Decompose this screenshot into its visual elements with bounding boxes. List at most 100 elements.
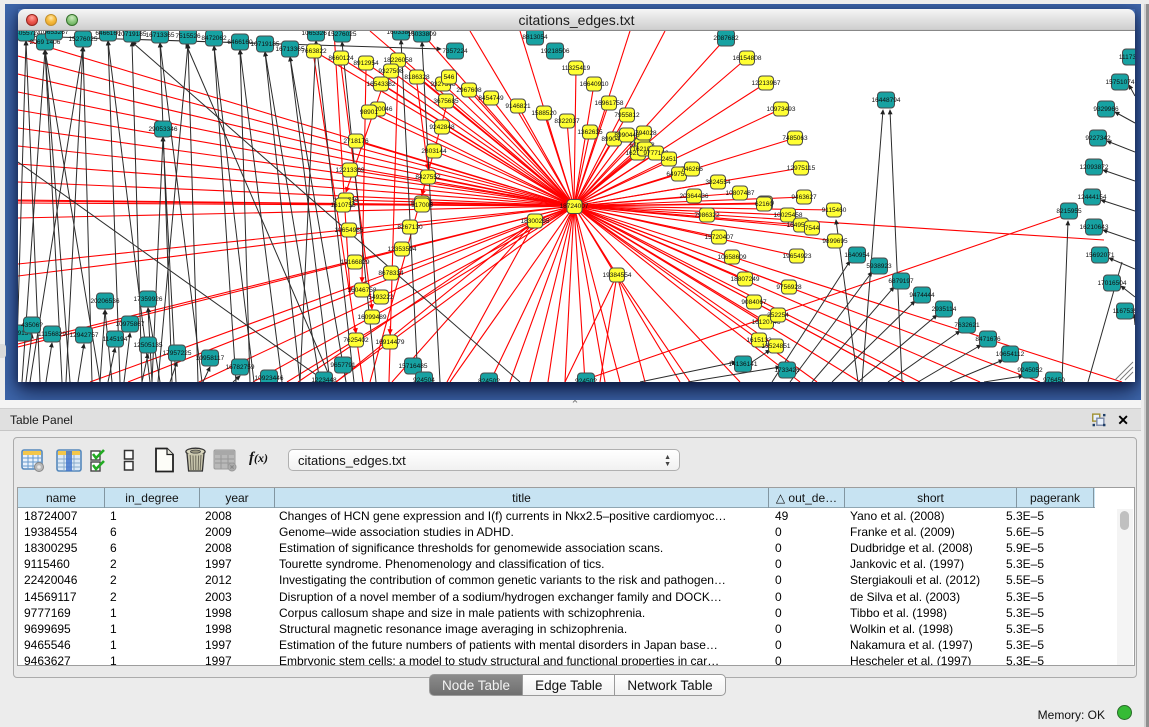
svg-text:8472062: 8472062	[201, 35, 227, 42]
svg-text:3675685: 3675685	[433, 98, 459, 105]
svg-text:17957225: 17957225	[163, 350, 192, 357]
svg-text:6879197: 6879197	[888, 278, 914, 285]
svg-text:19218506: 19218506	[541, 48, 570, 55]
svg-text:82450?: 82450?	[478, 378, 500, 382]
svg-text:29053346: 29053346	[149, 126, 178, 133]
svg-text:8215955: 8215955	[1056, 208, 1082, 215]
svg-text:10719185: 10719185	[118, 31, 147, 38]
svg-text:20206536: 20206536	[91, 298, 120, 305]
svg-text:17016504: 17016504	[1098, 280, 1127, 287]
svg-text:10658609: 10658609	[718, 254, 747, 261]
svg-text:6466160: 6466160	[227, 39, 253, 46]
svg-text:15720407: 15720407	[705, 234, 734, 241]
svg-text:9227342: 9227342	[1085, 135, 1111, 142]
svg-text:16210643: 16210643	[1080, 224, 1109, 231]
svg-text:1167535: 1167535	[1113, 308, 1135, 315]
svg-text:8186328: 8186328	[404, 74, 430, 81]
svg-text:15276025: 15276025	[328, 31, 357, 38]
svg-text:16046758: 16046758	[348, 287, 377, 294]
svg-text:2935114: 2935114	[932, 306, 957, 313]
svg-text:18807249: 18807249	[731, 276, 760, 283]
svg-text:92450?: 92450?	[575, 378, 597, 382]
svg-text:1145194: 1145194	[103, 336, 128, 343]
svg-text:9657791: 9657791	[330, 362, 356, 369]
svg-text:2451: 2451	[662, 156, 677, 163]
svg-text:62160: 62160	[755, 201, 773, 208]
svg-text:12975115: 12975115	[787, 165, 816, 172]
svg-text:8660124: 8660124	[328, 55, 354, 62]
svg-text:8912954: 8912954	[353, 60, 379, 67]
svg-text:8427552: 8427552	[415, 174, 441, 181]
svg-text:12505135: 12505135	[134, 342, 163, 349]
svg-text:1610755: 1610755	[330, 202, 356, 209]
svg-text:15276025: 15276025	[69, 36, 98, 43]
svg-text:1362635: 1362635	[577, 129, 603, 136]
svg-text:10923446: 10923446	[255, 375, 284, 382]
svg-text:8471676: 8471676	[975, 336, 1001, 343]
svg-text:7632621: 7632621	[954, 322, 980, 329]
svg-text:98901: 98901	[360, 109, 378, 116]
svg-text:3824554: 3824554	[705, 179, 731, 186]
svg-text:8678334: 8678334	[378, 270, 404, 277]
svg-text:16033809: 16033809	[408, 31, 437, 38]
svg-text:11156829: 11156829	[38, 331, 66, 338]
svg-text:9242848: 9242848	[429, 124, 455, 131]
svg-text:7663822: 7663822	[301, 48, 327, 55]
svg-text:16640910: 16640910	[580, 81, 609, 88]
svg-text:9899695: 9899695	[822, 238, 848, 245]
svg-text:19654985: 19654985	[335, 227, 364, 234]
svg-text:15716485: 15716485	[399, 363, 428, 370]
svg-text:9463627: 9463627	[791, 194, 817, 201]
svg-text:16782759: 16782759	[226, 364, 255, 371]
svg-text:12213369: 12213369	[336, 167, 365, 174]
svg-text:9115460: 9115460	[822, 207, 847, 214]
svg-text:8322037: 8322037	[554, 118, 580, 125]
svg-text:8267130: 8267130	[397, 224, 423, 231]
svg-text:9084067: 9084067	[741, 299, 767, 306]
svg-text:14136141: 14136141	[729, 361, 758, 368]
svg-text:2967608: 2967608	[456, 87, 482, 94]
svg-text:10653267: 10653267	[302, 31, 331, 37]
svg-text:2718176: 2718176	[343, 138, 369, 145]
svg-text:10975867: 10975867	[116, 321, 145, 328]
svg-text:16961758: 16961758	[595, 100, 624, 107]
svg-text:8813054: 8813054	[522, 34, 548, 41]
svg-text:9329966: 9329966	[1093, 106, 1119, 113]
svg-text:917006: 917006	[411, 202, 433, 209]
svg-text:7986322: 7986322	[694, 212, 720, 219]
svg-text:5938923: 5938923	[866, 263, 892, 270]
svg-text:18724007: 18724007	[560, 203, 589, 210]
svg-text:7625402: 7625402	[343, 337, 369, 344]
svg-text:1640954: 1640954	[844, 252, 870, 259]
svg-text:19166829: 19166829	[341, 259, 370, 266]
svg-text:9146821: 9146821	[505, 103, 531, 110]
svg-text:9474444: 9474444	[909, 292, 935, 299]
svg-text:12213967: 12213967	[752, 80, 781, 87]
svg-text:8454749: 8454749	[478, 95, 504, 102]
svg-text:18226058: 18226058	[384, 57, 413, 64]
svg-text:976450: 976450	[1043, 377, 1065, 382]
svg-text:12093872: 12093872	[1080, 164, 1109, 171]
svg-text:12444154: 12444154	[1078, 194, 1107, 201]
svg-text:546: 546	[444, 74, 455, 81]
svg-text:7955812: 7955812	[614, 112, 640, 119]
svg-text:746266: 746266	[681, 166, 703, 173]
svg-text:16543382: 16543382	[367, 81, 396, 88]
svg-text:12353594: 12353594	[388, 246, 417, 253]
svg-text:7485063: 7485063	[782, 135, 808, 142]
svg-text:10654112: 10654112	[996, 351, 1025, 358]
svg-text:10807487: 10807487	[726, 190, 755, 197]
svg-text:19384554: 19384554	[603, 272, 632, 279]
svg-text:7515526: 7515526	[175, 33, 201, 40]
svg-text:1117353: 1117353	[1119, 54, 1135, 61]
svg-text:13524851: 13524851	[762, 343, 791, 350]
svg-text:16713365: 16713365	[146, 32, 175, 39]
svg-text:18300295: 18300295	[521, 218, 550, 225]
svg-text:16448794: 16448794	[872, 97, 901, 104]
svg-text:12942757: 12942757	[70, 332, 99, 339]
svg-text:16099489: 16099489	[358, 314, 387, 321]
svg-text:1733426: 1733426	[774, 367, 800, 374]
svg-text:15692071: 15692071	[1086, 252, 1115, 259]
svg-text:9756928: 9756928	[776, 284, 802, 291]
svg-text:1223448: 1223448	[311, 377, 337, 382]
